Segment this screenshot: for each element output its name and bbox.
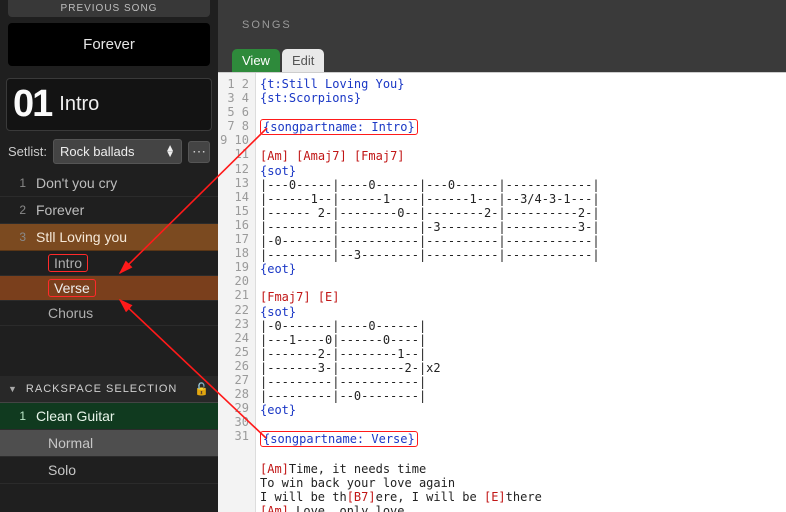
song-list-item[interactable]: 3 Stll Loving you xyxy=(0,224,218,251)
tab-edit[interactable]: Edit xyxy=(282,49,324,72)
song-list-item[interactable]: 1 Don't you cry xyxy=(0,170,218,197)
rackspace-item[interactable]: 1 Clean Guitar xyxy=(0,403,218,430)
variation-name: Solo xyxy=(48,462,76,478)
part-number: 01 xyxy=(13,83,59,126)
rackspace-name: Clean Guitar xyxy=(36,408,115,424)
songs-label: SONGS xyxy=(218,19,786,49)
song-index: 1 xyxy=(12,176,26,190)
previous-song-name[interactable]: Forever xyxy=(8,23,210,66)
variation-name: Normal xyxy=(48,435,93,451)
part-label: Chorus xyxy=(48,305,93,321)
song-name: Stll Loving you xyxy=(36,229,127,245)
rackspace-header-label: RACKSPACE SELECTION xyxy=(26,383,177,395)
part-label: Verse xyxy=(48,279,96,297)
line-number-gutter: 1 2 3 4 5 6 7 8 9 10 11 12 13 14 15 16 1… xyxy=(218,73,256,512)
sidebar: PREVIOUS SONG Forever 01 Intro Setlist: … xyxy=(0,0,218,512)
editor-pane: SONGS View Edit 1 2 3 4 5 6 7 8 9 10 11 … xyxy=(218,0,786,512)
song-list: 1 Don't you cry 2 Forever 3 Stll Loving … xyxy=(0,170,218,326)
part-list-item-chorus[interactable]: Chorus xyxy=(0,301,218,326)
setlist-more-button[interactable]: ⋯ xyxy=(188,141,210,163)
tab-view[interactable]: View xyxy=(232,49,280,72)
rackspace-header[interactable]: ▼ RACKSPACE SELECTION 🔓 xyxy=(0,376,218,403)
previous-song-button[interactable]: PREVIOUS SONG xyxy=(8,0,210,17)
rackspace-index: 1 xyxy=(12,409,26,423)
song-list-item[interactable]: 2 Forever xyxy=(0,197,218,224)
setlist-label: Setlist: xyxy=(8,144,47,159)
part-list-item-intro[interactable]: Intro xyxy=(0,251,218,276)
code-text[interactable]: {t:Still Loving You} {st:Scorpions} {son… xyxy=(256,73,786,512)
setlist-value: Rock ballads xyxy=(60,144,134,159)
lock-icon[interactable]: 🔓 xyxy=(194,382,210,396)
part-list-item-verse[interactable]: Verse xyxy=(0,276,218,301)
song-index: 3 xyxy=(12,230,26,244)
variation-item[interactable]: Solo xyxy=(0,457,218,484)
setlist-dropdown[interactable]: Rock ballads ▲▼ xyxy=(53,139,182,164)
song-name: Forever xyxy=(36,202,84,218)
current-part-display: 01 Intro xyxy=(6,78,212,131)
part-name: Intro xyxy=(59,93,99,116)
setlist-row: Setlist: Rock ballads ▲▼ ⋯ xyxy=(0,133,218,170)
editor-header: SONGS View Edit xyxy=(218,0,786,72)
chevron-down-icon: ▼ xyxy=(8,384,18,394)
chevron-updown-icon: ▲▼ xyxy=(165,146,175,158)
tab-row: View Edit xyxy=(218,49,786,72)
code-area: 1 2 3 4 5 6 7 8 9 10 11 12 13 14 15 16 1… xyxy=(218,72,786,512)
variation-item[interactable]: Normal xyxy=(0,430,218,457)
song-name: Don't you cry xyxy=(36,175,117,191)
part-label: Intro xyxy=(48,254,88,272)
song-index: 2 xyxy=(12,203,26,217)
